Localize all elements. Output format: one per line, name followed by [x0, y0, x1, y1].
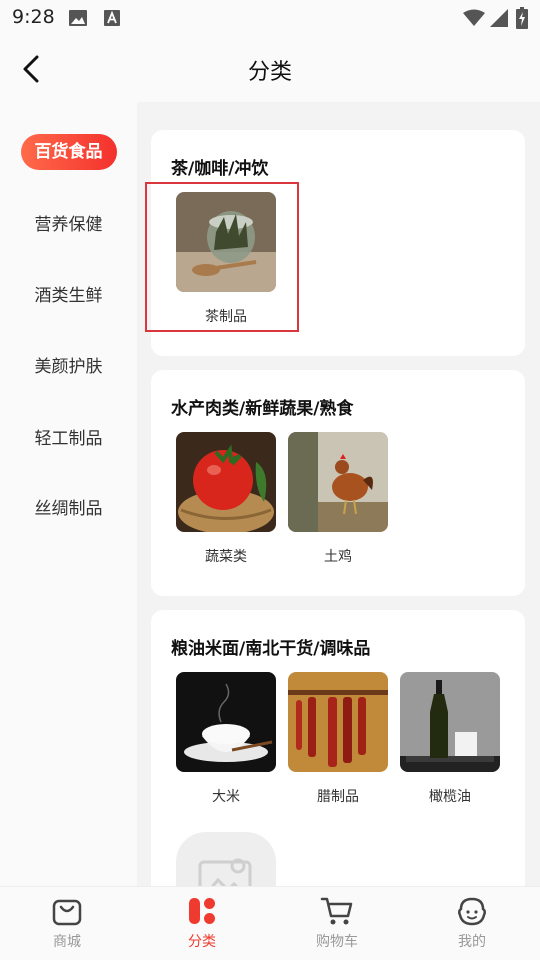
tomato-image — [176, 432, 276, 532]
image-placeholder-icon — [176, 832, 276, 886]
category-item-olive-oil[interactable]: 橄榄油 — [400, 672, 500, 806]
sidebar-item-label: 丝绸制品 — [34, 498, 103, 519]
wifi-icon — [463, 9, 485, 31]
category-item-label: 蔬菜类 — [205, 549, 247, 565]
sidebar-item-liquor-fresh[interactable]: 酒类生鲜 — [0, 273, 137, 313]
sidebar-item-general-food[interactable]: 百货食品 — [0, 132, 137, 172]
header: 分类 — [0, 36, 540, 102]
selection-highlight — [145, 182, 299, 332]
category-item-label: 橄榄油 — [429, 789, 471, 805]
battery-icon — [516, 7, 528, 33]
sidebar-item-label: 营养保健 — [34, 214, 103, 235]
tab-category[interactable]: 分类 — [157, 895, 247, 951]
cart-icon — [320, 897, 353, 925]
category-blocks-icon — [189, 898, 215, 924]
chicken-image — [288, 432, 388, 532]
olive-oil-image — [400, 672, 500, 772]
status-time: 9:28 — [12, 6, 55, 28]
section-title: 水产肉类/新鲜蔬果/熟食 — [171, 399, 354, 419]
section-title: 茶/咖啡/冲饮 — [171, 159, 269, 179]
sidebar-item-nutrition[interactable]: 营养保健 — [0, 202, 137, 242]
category-item-label: 腊制品 — [317, 789, 359, 805]
page-title: 分类 — [247, 60, 292, 85]
sidebar-item-label: 百货食品 — [20, 134, 117, 170]
section-card-fresh: 水产肉类/新鲜蔬果/熟食 蔬菜类 土鸡 — [151, 370, 525, 596]
tab-mall[interactable]: 商城 — [22, 895, 112, 951]
category-content[interactable]: 茶/咖啡/冲饮 茶制品 水产肉类/新鲜蔬果/熟食 蔬菜类 土鸡 粮油米面/南北干… — [137, 102, 540, 886]
bottom-tab-bar: 商城 分类 购物车 我的 — [0, 886, 540, 960]
category-item-rice[interactable]: 大米 — [176, 672, 276, 806]
cured-meat-image — [288, 672, 388, 772]
category-item-cured-meat[interactable]: 腊制品 — [288, 672, 388, 806]
sidebar-item-beauty[interactable]: 美颜护肤 — [0, 344, 137, 384]
category-item-label: 土鸡 — [324, 549, 352, 565]
category-item-vegetables[interactable]: 蔬菜类 — [176, 432, 276, 566]
tab-label: 商城 — [53, 934, 81, 950]
sidebar-item-silk[interactable]: 丝绸制品 — [0, 486, 137, 526]
smiley-face-icon — [457, 897, 487, 926]
shopping-bag-icon — [52, 899, 82, 926]
section-card-tea: 茶/咖啡/冲饮 茶制品 — [145, 130, 525, 356]
tab-profile[interactable]: 我的 — [427, 895, 517, 951]
category-item-placeholder[interactable] — [176, 832, 276, 886]
tab-label: 我的 — [458, 934, 486, 950]
tab-cart[interactable]: 购物车 — [292, 895, 382, 951]
tab-label: 购物车 — [316, 934, 358, 950]
tab-label: 分类 — [188, 934, 216, 950]
sidebar-item-label: 轻工制品 — [34, 428, 103, 449]
status-bar: 9:28 — [0, 0, 540, 36]
gallery-icon — [68, 9, 88, 31]
category-item-chicken[interactable]: 土鸡 — [288, 432, 388, 566]
sidebar-item-label: 酒类生鲜 — [34, 285, 103, 306]
text-badge-icon — [103, 9, 121, 31]
signal-icon — [490, 9, 508, 31]
category-item-label: 大米 — [212, 789, 240, 805]
section-card-grain-oil: 粮油米面/南北干货/调味品 大米 腊制品 橄榄油 — [151, 610, 525, 886]
section-title: 粮油米面/南北干货/调味品 — [171, 639, 371, 659]
rice-image — [176, 672, 276, 772]
category-sidebar: 百货食品 营养保健 酒类生鲜 美颜护肤 轻工制品 丝绸制品 — [0, 102, 137, 886]
sidebar-item-light-industry[interactable]: 轻工制品 — [0, 416, 137, 456]
sidebar-item-label: 美颜护肤 — [34, 356, 103, 377]
